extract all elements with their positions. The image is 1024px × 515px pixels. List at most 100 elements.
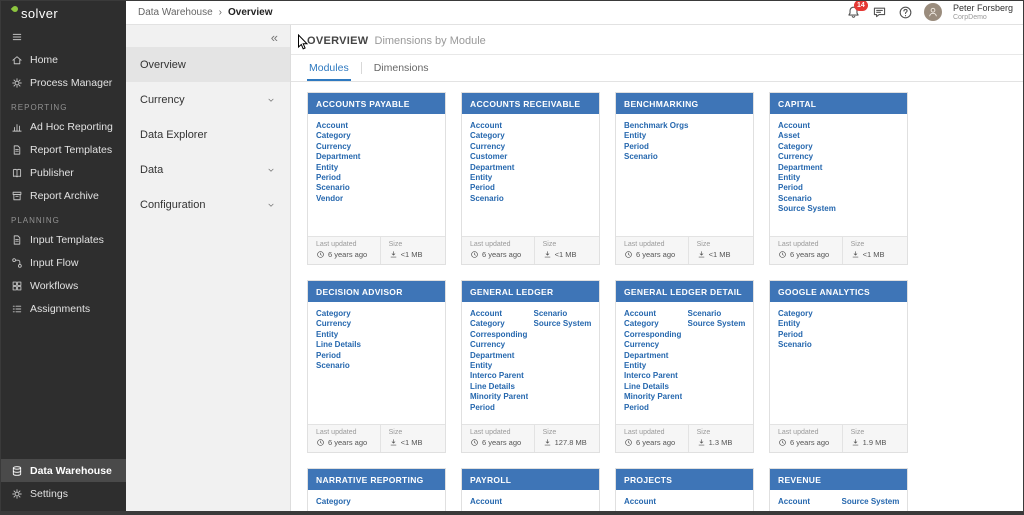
dimension-link-category[interactable]: Category [624,319,682,329]
dimension-link-corresponding[interactable]: Corresponding ... [624,330,682,340]
dimension-link-entity[interactable]: Entity [470,361,528,371]
dimension-link-line-details[interactable]: Line Details [624,382,682,392]
module-card-title[interactable]: REVENUE [770,469,907,490]
module-card-title[interactable]: CAPITAL [770,93,907,114]
user-avatar[interactable] [924,3,942,21]
module-grid-scroll-area[interactable]: ACCOUNTS PAYABLEAccountCategoryCurrencyD… [291,82,1023,511]
dimension-link-department[interactable]: Department [316,152,437,162]
collapse-subnav-button[interactable]: « [126,25,290,47]
sidebar-item-workflows[interactable]: Workflows [1,274,126,297]
dimension-link-department[interactable]: Department [470,351,528,361]
dimension-link-corresponding[interactable]: Corresponding ... [470,330,528,340]
sidebar-item-settings[interactable]: Settings [1,482,126,505]
dimension-link-period[interactable]: Period [316,351,437,361]
sidebar-item-publisher[interactable]: Publisher [1,161,126,184]
dimension-link-account[interactable]: Account [778,121,899,131]
dimension-link-source-system[interactable]: Source System [534,319,592,329]
dimension-link-period[interactable]: Period [470,403,528,413]
dimension-link-entity[interactable]: Entity [778,173,899,183]
sidebar-item-report-templates[interactable]: Report Templates [1,138,126,161]
feedback-button[interactable] [872,5,887,20]
dimension-link-currency[interactable]: Currency [316,142,437,152]
dimension-link-department[interactable]: Department [778,163,899,173]
dimension-link-source-system[interactable]: Source System [688,319,746,329]
dimension-link-interco-parent[interactable]: Interco Parent [470,371,528,381]
sidebar-item-menu[interactable] [1,25,126,48]
dimension-link-period[interactable]: Period [778,183,899,193]
user-menu[interactable]: Peter Forsberg CorpDemo [953,3,1013,21]
dimension-link-category[interactable]: Category [470,131,591,141]
dimension-link-scenario[interactable]: Scenario [316,361,437,371]
sidebar-item-assignments[interactable]: Assignments [1,297,126,320]
subnav-item-overview[interactable]: Overview [126,47,290,82]
dimension-link-scenario[interactable]: Scenario [316,183,437,193]
sidebar-item-report-archive[interactable]: Report Archive [1,184,126,207]
dimension-link-minority-parent[interactable]: Minority Parent [624,392,682,402]
subnav-item-data[interactable]: Data [126,152,290,187]
sidebar-item-data-warehouse[interactable]: Data Warehouse [1,459,126,482]
dimension-link-benchmark-orgs[interactable]: Benchmark Orgs [624,121,745,131]
dimension-link-entity[interactable]: Entity [316,163,437,173]
dimension-link-scenario[interactable]: Scenario [470,194,591,204]
dimension-link-currency[interactable]: Currency [624,340,682,350]
module-card-title[interactable]: NARRATIVE REPORTING [308,469,445,490]
dimension-link-account[interactable]: Account [624,309,682,319]
dimension-link-scenario[interactable]: Scenario [688,309,746,319]
module-card-title[interactable]: BENCHMARKING [616,93,753,114]
module-card-title[interactable]: DECISION ADVISOR [308,281,445,302]
tab-modules[interactable]: Modules [307,55,351,81]
dimension-link-entity[interactable]: Entity [624,361,682,371]
dimension-link-scenario[interactable]: Scenario [624,152,745,162]
dimension-link-account[interactable]: Account [778,497,836,507]
dimension-link-asset[interactable]: Asset [778,131,899,141]
tab-dimensions[interactable]: Dimensions [372,55,431,81]
dimension-link-account[interactable]: Account [470,121,591,131]
dimension-link-customer[interactable]: Customer [470,152,591,162]
dimension-link-scenario[interactable]: Scenario [534,309,592,319]
help-button[interactable] [898,5,913,20]
notifications-button[interactable]: 14 [846,5,861,20]
dimension-link-period[interactable]: Period [624,142,745,152]
dimension-link-category[interactable]: Category [778,142,899,152]
dimension-link-scenario[interactable]: Scenario [778,194,899,204]
dimension-link-period[interactable]: Period [470,183,591,193]
sidebar-item-ad-hoc-reporting[interactable]: Ad Hoc Reporting [1,115,126,138]
dimension-link-currency[interactable]: Currency [316,319,437,329]
module-card-title[interactable]: GENERAL LEDGER [462,281,599,302]
dimension-link-currency[interactable]: Currency [470,142,591,152]
dimension-link-source-system[interactable]: Source System [842,497,900,507]
sidebar-item-input-flow[interactable]: Input Flow [1,251,126,274]
subnav-item-configuration[interactable]: Configuration [126,187,290,222]
dimension-link-account[interactable]: Account [624,497,745,507]
dimension-link-scenario[interactable]: Scenario [778,340,899,350]
dimension-link-category[interactable]: Category [316,309,437,319]
dimension-link-period[interactable]: Period [778,330,899,340]
module-card-title[interactable]: PAYROLL [462,469,599,490]
dimension-link-vendor[interactable]: Vendor [316,194,437,204]
module-card-title[interactable]: GOOGLE ANALYTICS [770,281,907,302]
dimension-link-period[interactable]: Period [316,173,437,183]
dimension-link-department[interactable]: Department [624,351,682,361]
dimension-link-period[interactable]: Period [624,403,682,413]
dimension-link-account[interactable]: Account [470,497,591,507]
dimension-link-currency[interactable]: Currency [470,340,528,350]
subnav-item-currency[interactable]: Currency [126,82,290,117]
dimension-link-category[interactable]: Category [316,497,437,507]
module-card-title[interactable]: GENERAL LEDGER DETAIL [616,281,753,302]
module-card-title[interactable]: ACCOUNTS RECEIVABLE [462,93,599,114]
dimension-link-currency[interactable]: Currency [778,152,899,162]
dimension-link-category[interactable]: Category [778,309,899,319]
dimension-link-source-system[interactable]: Source System [778,204,899,214]
dimension-link-minority-parent[interactable]: Minority Parent [470,392,528,402]
dimension-link-entity[interactable]: Entity [778,319,899,329]
dimension-link-line-details[interactable]: Line Details [316,340,437,350]
sidebar-item-home[interactable]: Home [1,48,126,71]
dimension-link-interco-parent[interactable]: Interco Parent [624,371,682,381]
dimension-link-account[interactable]: Account [316,121,437,131]
dimension-link-category[interactable]: Category [470,319,528,329]
module-card-title[interactable]: PROJECTS [616,469,753,490]
dimension-link-entity[interactable]: Entity [470,173,591,183]
module-card-title[interactable]: ACCOUNTS PAYABLE [308,93,445,114]
dimension-link-line-details[interactable]: Line Details [470,382,528,392]
dimension-link-category[interactable]: Category [316,131,437,141]
